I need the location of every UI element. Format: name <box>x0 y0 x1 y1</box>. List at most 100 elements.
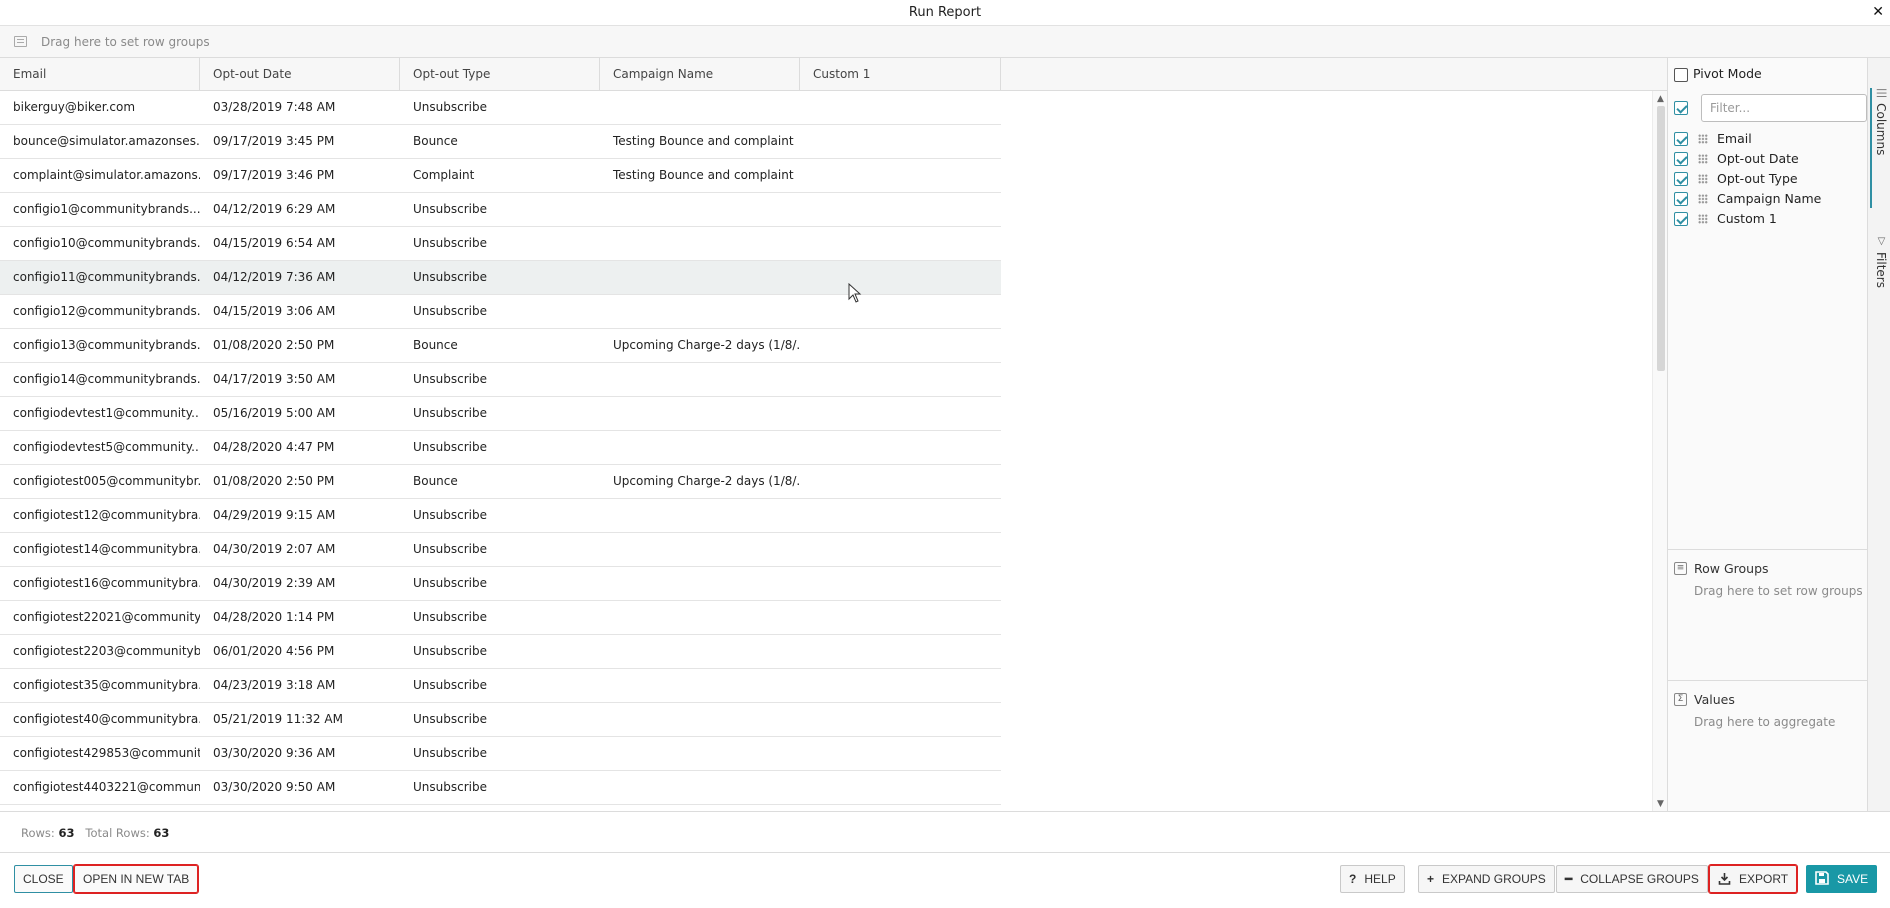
cell-optout-type[interactable]: Unsubscribe <box>400 601 600 635</box>
cell-campaign-name[interactable] <box>600 669 800 703</box>
open-in-new-tab-button[interactable]: OPEN IN NEW TAB <box>72 864 200 894</box>
cell-optout-type[interactable]: Complaint <box>400 159 600 193</box>
cell-email[interactable]: configiotest22021@community... <box>0 601 200 635</box>
column-header-email[interactable]: Email <box>0 58 200 91</box>
cell-optout-type[interactable]: Unsubscribe <box>400 737 600 771</box>
cell-email[interactable]: configio13@communitybrands... <box>0 329 200 363</box>
cell-custom-1[interactable] <box>800 601 1001 635</box>
cell-optout-date[interactable]: 04/15/2019 3:06 AM <box>200 295 400 329</box>
cell-optout-date[interactable]: 03/28/2019 7:48 AM <box>200 91 400 125</box>
cell-email[interactable]: configiotest16@communitybra... <box>0 567 200 601</box>
drag-handle-icon[interactable] <box>1698 134 1708 144</box>
cell-campaign-name[interactable] <box>600 261 800 295</box>
cell-email[interactable]: configiotest005@communitybr... <box>0 465 200 499</box>
cell-optout-type[interactable]: Unsubscribe <box>400 703 600 737</box>
cell-campaign-name[interactable]: Upcoming Charge-2 days (1/8/... <box>600 465 800 499</box>
cell-email[interactable]: bikerguy@biker.com <box>0 91 200 125</box>
cell-campaign-name[interactable] <box>600 227 800 261</box>
cell-email[interactable]: configiodevtest5@community... <box>0 431 200 465</box>
cell-custom-1[interactable] <box>800 533 1001 567</box>
column-header-optout-type[interactable]: Opt-out Type <box>400 58 600 91</box>
cell-email[interactable]: configio14@communitybrands... <box>0 363 200 397</box>
cell-optout-type[interactable]: Unsubscribe <box>400 91 600 125</box>
cell-custom-1[interactable] <box>800 499 1001 533</box>
cell-optout-date[interactable]: 09/17/2019 3:45 PM <box>200 125 400 159</box>
cell-campaign-name[interactable] <box>600 91 800 125</box>
drag-handle-icon[interactable] <box>1698 174 1708 184</box>
cell-optout-date[interactable]: 06/01/2020 4:56 PM <box>200 635 400 669</box>
cell-custom-1[interactable] <box>800 771 1001 805</box>
column-header-optout-date[interactable]: Opt-out Date <box>200 58 400 91</box>
grid-vertical-scrollbar[interactable]: ▲ ▼ <box>1652 91 1667 811</box>
cell-optout-type[interactable]: Unsubscribe <box>400 193 600 227</box>
column-toggle-item[interactable]: Opt-out Date <box>1674 149 1821 169</box>
cell-email[interactable]: configio10@communitybrands... <box>0 227 200 261</box>
export-button[interactable]: EXPORT <box>1707 864 1799 894</box>
cell-optout-type[interactable]: Bounce <box>400 125 600 159</box>
cell-optout-type[interactable]: Unsubscribe <box>400 669 600 703</box>
cell-custom-1[interactable] <box>800 125 1001 159</box>
cell-optout-date[interactable]: 01/08/2020 2:50 PM <box>200 329 400 363</box>
cell-custom-1[interactable] <box>800 295 1001 329</box>
cell-campaign-name[interactable] <box>600 363 800 397</box>
column-visibility-checkbox[interactable] <box>1674 212 1688 226</box>
cell-custom-1[interactable] <box>800 91 1001 125</box>
help-button[interactable]: ? HELP <box>1340 865 1405 893</box>
cell-email[interactable]: configio11@communitybrands... <box>0 261 200 295</box>
table-row[interactable]: configiotest35@communitybra... 04/23/2019… <box>0 669 1001 703</box>
cell-campaign-name[interactable] <box>600 397 800 431</box>
pivot-mode-toggle[interactable]: Pivot Mode <box>1674 66 1762 82</box>
cell-optout-date[interactable]: 04/12/2019 7:36 AM <box>200 261 400 295</box>
cell-email[interactable]: configio1@communitybrands.... <box>0 193 200 227</box>
column-visibility-checkbox[interactable] <box>1674 172 1688 186</box>
table-row[interactable]: bounce@simulator.amazonses.... 09/17/2019… <box>0 125 1001 159</box>
cell-optout-type[interactable]: Unsubscribe <box>400 499 600 533</box>
cell-custom-1[interactable] <box>800 329 1001 363</box>
cell-email[interactable]: configiotest14@communitybra... <box>0 533 200 567</box>
cell-optout-date[interactable]: 04/28/2020 4:47 PM <box>200 431 400 465</box>
cell-optout-type[interactable]: Unsubscribe <box>400 771 600 805</box>
cell-custom-1[interactable] <box>800 669 1001 703</box>
table-row[interactable]: configiodevtest5@community... 04/28/2020 … <box>0 431 1001 465</box>
expand-groups-button[interactable]: + EXPAND GROUPS <box>1418 865 1555 893</box>
table-row[interactable]: configiotest40@communitybra... 05/21/2019… <box>0 703 1001 737</box>
cell-optout-type[interactable]: Unsubscribe <box>400 261 600 295</box>
scrollbar-thumb[interactable] <box>1657 106 1665 371</box>
save-button[interactable]: SAVE <box>1806 865 1878 893</box>
cell-campaign-name[interactable]: Testing Bounce and complaint <box>600 159 800 193</box>
cell-optout-type[interactable]: Bounce <box>400 329 600 363</box>
table-row[interactable]: configiotest14@communitybra... 04/30/2019… <box>0 533 1001 567</box>
cell-campaign-name[interactable] <box>600 295 800 329</box>
cell-optout-date[interactable]: 01/08/2020 2:50 PM <box>200 465 400 499</box>
cell-optout-date[interactable]: 03/30/2020 9:50 AM <box>200 771 400 805</box>
cell-custom-1[interactable] <box>800 737 1001 771</box>
cell-optout-date[interactable]: 04/12/2019 6:29 AM <box>200 193 400 227</box>
table-row[interactable]: configiotest005@communitybr... 01/08/2020… <box>0 465 1001 499</box>
drag-handle-icon[interactable] <box>1698 214 1708 224</box>
cell-custom-1[interactable] <box>800 227 1001 261</box>
cell-campaign-name[interactable] <box>600 703 800 737</box>
cell-campaign-name[interactable] <box>600 567 800 601</box>
cell-optout-type[interactable]: Unsubscribe <box>400 397 600 431</box>
table-row[interactable]: complaint@simulator.amazons... 09/17/2019… <box>0 159 1001 193</box>
column-visibility-checkbox[interactable] <box>1674 152 1688 166</box>
cell-campaign-name[interactable] <box>600 635 800 669</box>
cell-optout-type[interactable]: Unsubscribe <box>400 567 600 601</box>
cell-campaign-name[interactable]: Testing Bounce and complaint <box>600 125 800 159</box>
cell-optout-date[interactable]: 04/30/2019 2:39 AM <box>200 567 400 601</box>
scroll-up-icon[interactable]: ▲ <box>1657 94 1664 104</box>
column-toggle-item[interactable]: Campaign Name <box>1674 189 1821 209</box>
table-row[interactable]: configiodevtest1@community... 05/16/2019 … <box>0 397 1001 431</box>
drag-handle-icon[interactable] <box>1698 194 1708 204</box>
column-visibility-checkbox[interactable] <box>1674 132 1688 146</box>
cell-custom-1[interactable] <box>800 159 1001 193</box>
cell-email[interactable]: configiotest2203@communityb... <box>0 635 200 669</box>
cell-optout-date[interactable]: 05/16/2019 5:00 AM <box>200 397 400 431</box>
drag-handle-icon[interactable] <box>1698 154 1708 164</box>
cell-optout-date[interactable]: 04/29/2019 9:15 AM <box>200 499 400 533</box>
column-visibility-checkbox[interactable] <box>1674 192 1688 206</box>
cell-optout-date[interactable]: 05/21/2019 11:32 AM <box>200 703 400 737</box>
table-row[interactable]: configio10@communitybrands... 04/15/2019 … <box>0 227 1001 261</box>
cell-optout-date[interactable]: 04/17/2019 3:50 AM <box>200 363 400 397</box>
cell-email[interactable]: complaint@simulator.amazons... <box>0 159 200 193</box>
